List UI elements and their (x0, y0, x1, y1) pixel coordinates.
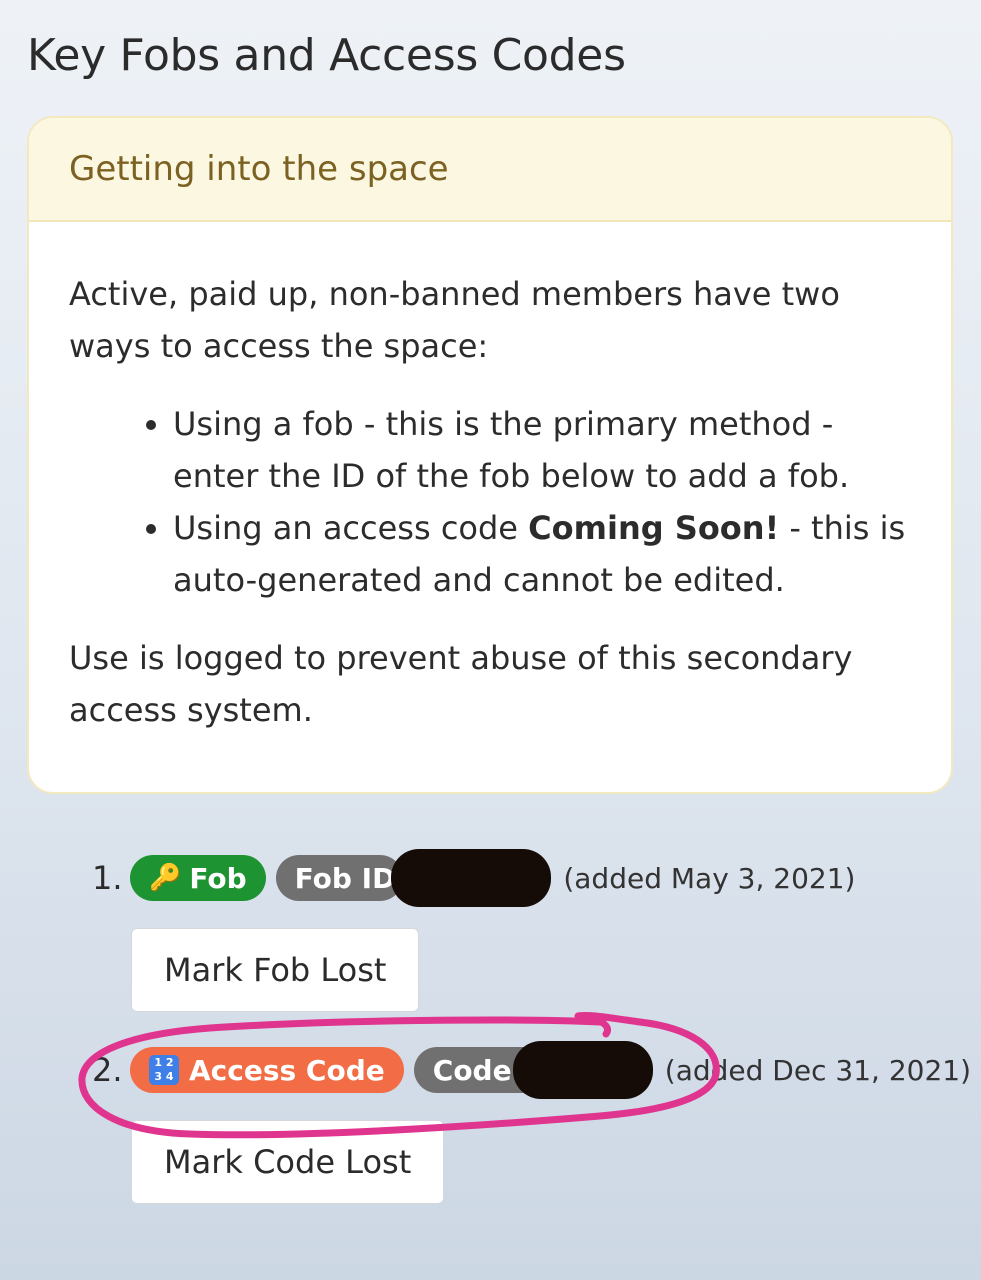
input-numbers-icon: 1 23 4 (149, 1055, 179, 1085)
redaction-mark (512, 1041, 653, 1099)
keys-list: 1. 🔑 Fob Fob ID (added May 3, 2021) Mark… (0, 0, 981, 1280)
list-number: 1. (92, 859, 123, 897)
fob-id-label: Fob ID (294, 861, 396, 895)
fob-id-badge: Fob ID (275, 855, 404, 901)
key-icon: 🔑 (149, 863, 182, 893)
fob-added-date: (added May 3, 2021) (563, 861, 856, 895)
list-item: 2. 1 23 4 Access Code Code: (added Dec 3… (92, 1041, 972, 1099)
code-added-date: (added Dec 31, 2021) (664, 1053, 972, 1087)
list-number: 2. (92, 1051, 123, 1089)
code-label: Code: (432, 1053, 523, 1087)
mark-code-lost-button[interactable]: Mark Code Lost (131, 1120, 445, 1204)
fob-type-label: Fob (189, 861, 247, 895)
fob-type-badge: 🔑 Fob (130, 855, 266, 901)
access-code-type-label: Access Code (189, 1053, 385, 1087)
access-code-type-badge: 1 23 4 Access Code (130, 1047, 404, 1093)
redaction-mark (391, 849, 552, 907)
mark-fob-lost-button[interactable]: Mark Fob Lost (131, 928, 420, 1012)
list-item: 1. 🔑 Fob Fob ID (added May 3, 2021) (92, 849, 856, 907)
